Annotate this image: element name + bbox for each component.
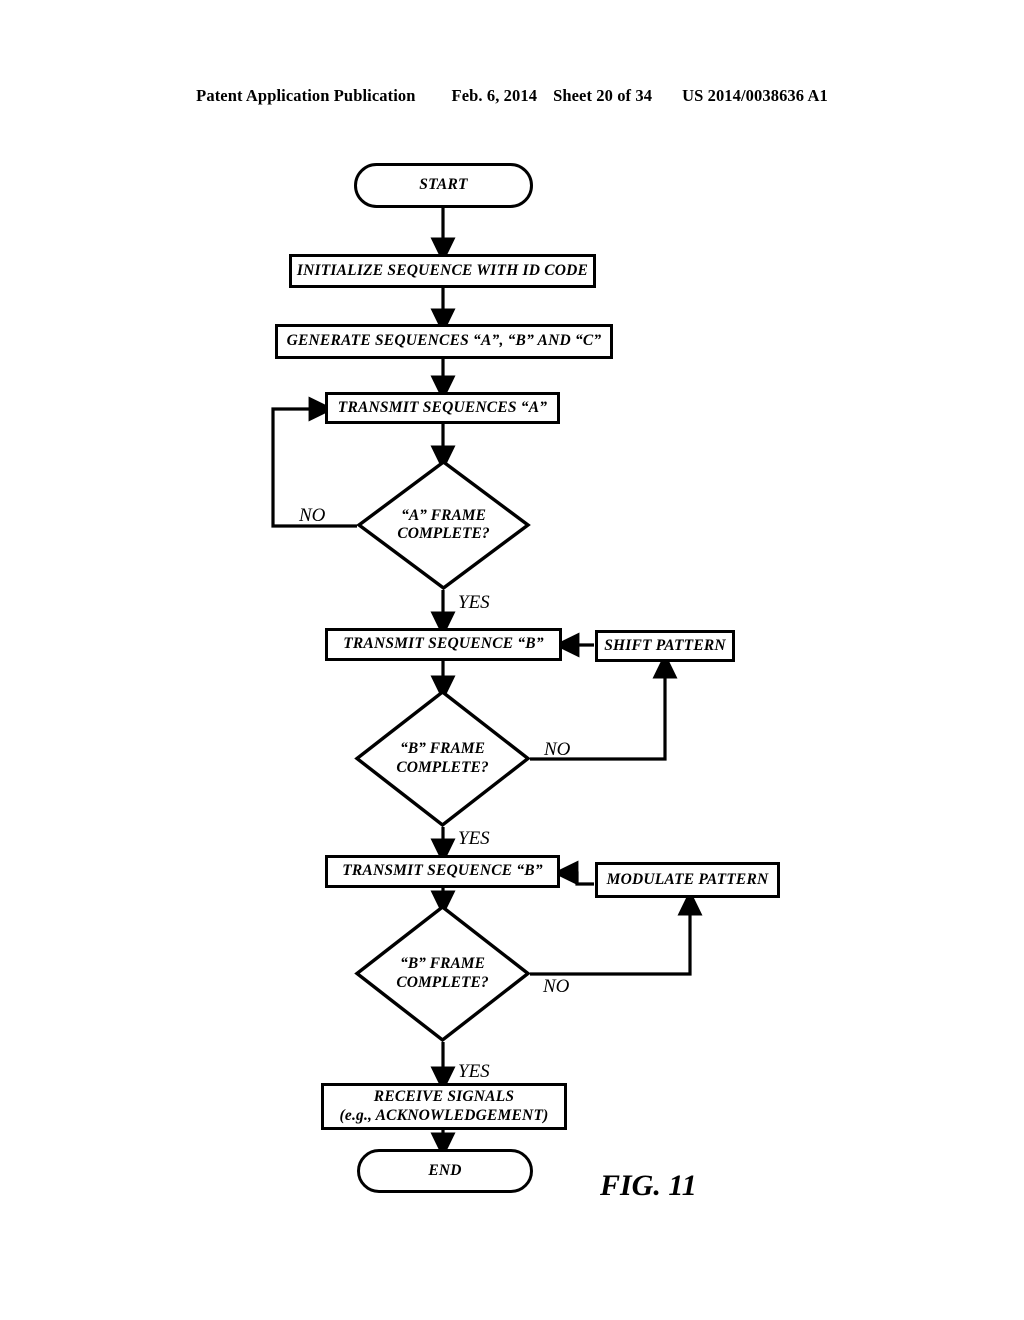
diamond-shape-b2 (354, 904, 531, 1043)
node-generate-sequences[interactable]: GENERATE SEQUENCES “A”, “B” AND “C” (275, 324, 613, 359)
node-transmit-b2-label: TRANSMIT SEQUENCE “B” (342, 862, 543, 880)
node-initialize-label: INITIALIZE SEQUENCE WITH ID CODE (296, 261, 589, 279)
patent-figure-page: Patent Application Publication Feb. 6, 20… (0, 0, 1024, 1320)
diamond-shape-a (356, 459, 531, 591)
edge-label-yes-a: YES (458, 592, 490, 613)
node-modulate-pattern-label: MODULATE PATTERN (606, 870, 769, 888)
edge-label-yes-b1: YES (458, 828, 490, 849)
node-receive-signals[interactable]: RECEIVE SIGNALS (e.g., ACKNOWLEDGEMENT) (321, 1083, 567, 1130)
header-date: Feb. 6, 2014 (451, 86, 538, 105)
node-transmit-b1-label: TRANSMIT SEQUENCE “B” (343, 635, 544, 653)
node-transmit-sequence-b-first[interactable]: TRANSMIT SEQUENCE “B” (325, 628, 562, 661)
node-start-label: START (419, 176, 468, 194)
diamond-shape-b1 (354, 689, 531, 828)
node-shift-pattern-label: SHIFT PATTERN (604, 636, 726, 654)
connector-modulate-pattern-to-transmit-b2 (552, 860, 594, 886)
node-transmit-sequence-b-second[interactable]: TRANSMIT SEQUENCE “B” (325, 855, 560, 888)
node-receive-line1: RECEIVE SIGNALS (373, 1088, 515, 1106)
page-header: Patent Application Publication Feb. 6, 20… (0, 86, 1024, 106)
node-start[interactable]: START (354, 163, 533, 208)
edge-label-no-a: NO (299, 505, 326, 526)
node-transmit-a-label: TRANSMIT SEQUENCES “A” (337, 398, 548, 416)
decision-a-frame-complete[interactable]: “A” FRAME COMPLETE? (356, 459, 531, 591)
node-shift-pattern[interactable]: SHIFT PATTERN (595, 630, 735, 662)
node-modulate-pattern[interactable]: MODULATE PATTERN (595, 862, 780, 898)
decision-b-frame-complete-first[interactable]: “B” FRAME COMPLETE? (354, 689, 531, 828)
decision-b-frame-complete-second[interactable]: “B” FRAME COMPLETE? (354, 904, 531, 1043)
connector-decision-b2-no-loop (530, 889, 703, 976)
header-sheet: Sheet 20 of 34 (553, 86, 653, 105)
node-end-label: END (428, 1161, 462, 1179)
figure-caption: FIG. 11 (600, 1169, 697, 1202)
node-generate-label: GENERATE SEQUENCES “A”, “B” AND “C” (286, 332, 602, 350)
node-transmit-sequences-a[interactable]: TRANSMIT SEQUENCES “A” (325, 392, 560, 424)
edge-label-yes-b2: YES (458, 1061, 490, 1082)
edge-label-no-b1: NO (544, 739, 571, 760)
header-patent-number: US 2014/0038636 A1 (682, 86, 828, 105)
edge-label-no-b2: NO (543, 976, 570, 997)
node-receive-line2: (e.g., ACKNOWLEDGEMENT) (339, 1106, 549, 1124)
node-initialize-sequence[interactable]: INITIALIZE SEQUENCE WITH ID CODE (289, 254, 596, 288)
header-publication: Patent Application Publication (196, 86, 416, 105)
node-end[interactable]: END (357, 1149, 533, 1193)
